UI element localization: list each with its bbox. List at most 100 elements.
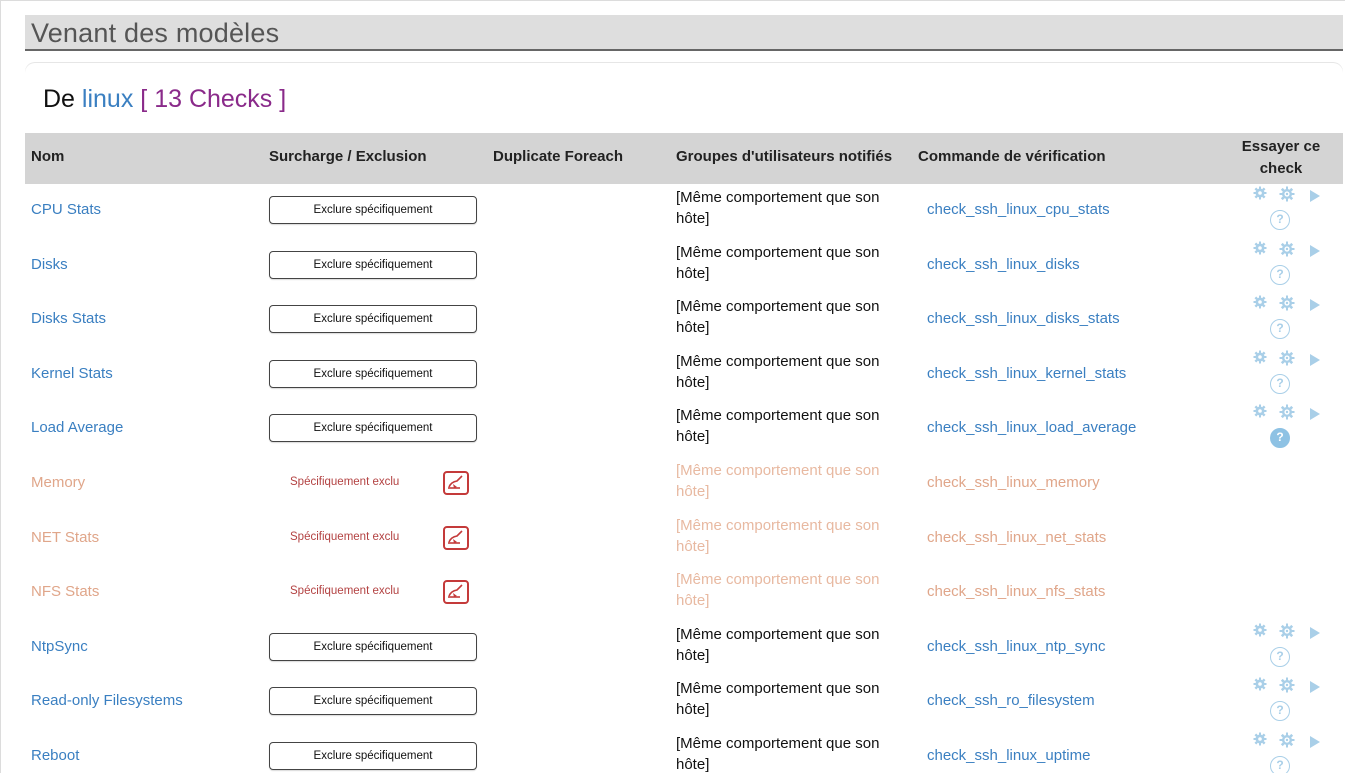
check-command-link[interactable]: check_ssh_linux_memory [927,474,1100,491]
help-icon[interactable]: ? [1270,428,1290,449]
exclude-button[interactable]: Exclure spécifiquement [269,414,477,443]
gear-icon[interactable] [1253,404,1267,423]
table-row: Reboot Exclure spécifiquement [Même compor… [25,730,1343,773]
header-try: Essayer ce check [1241,138,1321,177]
notified-groups: [Même comportement que son hôte] [676,407,880,446]
excluded-label: Spécifiquement exclu [290,475,400,488]
help-icon[interactable]: ? [1270,319,1290,340]
excluded-label: Spécifiquement exclu [290,585,400,598]
gear-settings-icon[interactable] [1279,404,1295,425]
header-duplicate: Duplicate Foreach [493,148,624,165]
restore-icon[interactable] [443,580,469,605]
try-check-actions: ? [1247,295,1327,345]
play-icon[interactable] [1309,626,1321,645]
check-name-link[interactable]: Load Average [31,419,123,436]
check-command-link[interactable]: check_ssh_linux_disks_stats [927,310,1120,327]
try-check-actions: ? [1247,732,1327,773]
gear-settings-icon[interactable] [1279,241,1295,262]
help-icon[interactable]: ? [1270,646,1290,667]
check-name-link[interactable]: NtpSync [31,638,88,655]
host-link[interactable]: linux [82,85,133,113]
help-icon[interactable]: ? [1270,210,1290,230]
checks-count: [ 13 Checks ] [140,85,287,113]
exclude-button[interactable]: Exclure spécifiquement [269,632,477,661]
restore-icon[interactable] [443,525,469,550]
check-name-link[interactable]: Read-only Filesystems [31,692,183,709]
play-icon[interactable] [1309,298,1321,317]
panel-title: De linux [ 13 Checks ] [43,85,286,114]
check-command-link[interactable]: check_ssh_linux_net_stats [927,529,1106,546]
table-header: Nom Surcharge / Exclusion Duplicate Fore… [25,133,1343,184]
play-icon[interactable] [1309,244,1321,263]
exclude-button[interactable]: Exclure spécifiquement [269,250,477,279]
try-check-actions: ? [1247,677,1327,727]
gear-icon[interactable] [1253,623,1267,642]
check-command-link[interactable]: check_ssh_linux_uptime [927,747,1090,764]
play-icon[interactable] [1309,189,1321,208]
exclude-button[interactable]: Exclure spécifiquement [269,305,477,334]
gear-settings-icon[interactable] [1279,350,1295,371]
gear-settings-icon[interactable] [1279,295,1295,316]
play-icon[interactable] [1309,680,1321,699]
table-row: Load Average Exclure spécifiquement [Même … [25,402,1343,457]
check-command-link[interactable]: check_ssh_linux_kernel_stats [927,365,1126,382]
help-icon[interactable]: ? [1270,264,1290,285]
restore-icon[interactable] [443,470,469,495]
section-header: Venant des modèles [25,15,1343,51]
notified-groups: [Même comportement que son hôte] [676,352,880,391]
help-icon[interactable]: ? [1270,373,1290,394]
help-icon[interactable]: ? [1270,755,1290,773]
check-name-link[interactable]: NET Stats [31,529,99,546]
gear-icon[interactable] [1253,295,1267,314]
table-row: Disks Stats Exclure spécifiquement [Même c… [25,293,1343,348]
check-name-link[interactable]: Kernel Stats [31,365,113,382]
gear-settings-icon[interactable] [1279,623,1295,644]
gear-icon[interactable] [1253,241,1267,260]
section-title: Venant des modèles [31,18,280,48]
table-row: Disks Exclure spécifiquement [Même comport… [25,239,1343,294]
exclude-button[interactable]: Exclure spécifiquement [269,359,477,388]
gear-icon[interactable] [1253,677,1267,696]
check-command-link[interactable]: check_ssh_linux_load_average [927,419,1136,436]
play-icon[interactable] [1309,407,1321,426]
check-name-link[interactable]: Disks [31,256,68,273]
table-row: CPU Stats Exclure spécifiquement [Même com… [25,184,1343,239]
excluded-label: Spécifiquement exclu [290,530,400,543]
check-name-link[interactable]: Disks Stats [31,310,106,327]
header-name: Nom [31,148,65,165]
exclude-button[interactable]: Exclure spécifiquement [269,196,477,224]
notified-groups: [Même comportement que son hôte] [676,461,880,500]
check-command-link[interactable]: check_ssh_ro_filesystem [927,692,1095,709]
check-name-link[interactable]: Memory [31,474,85,491]
try-check-actions: ? [1247,350,1327,400]
gear-icon[interactable] [1253,186,1267,205]
notified-groups: [Même comportement que son hôte] [676,734,880,773]
check-name-link[interactable]: NFS Stats [31,583,99,600]
gear-icon[interactable] [1253,732,1267,751]
check-command-link[interactable]: check_ssh_linux_disks [927,256,1080,273]
try-check-actions: ? [1247,186,1327,236]
check-command-link[interactable]: check_ssh_linux_ntp_sync [927,638,1105,655]
table-row: NFS Stats Spécifiquement exclu [Même compo… [25,566,1343,621]
gear-icon[interactable] [1253,350,1267,369]
gear-settings-icon[interactable] [1279,677,1295,698]
gear-settings-icon[interactable] [1279,186,1295,207]
table-row: Memory Spécifiquement exclu [Même comporte… [25,457,1343,512]
page-frame: Venant des modèles De linux [ 13 Checks … [0,0,1345,773]
notified-groups: [Même comportement que son hôte] [676,243,880,282]
play-icon[interactable] [1309,353,1321,372]
help-icon[interactable]: ? [1270,701,1290,722]
check-command-link[interactable]: check_ssh_linux_cpu_stats [927,201,1110,218]
exclude-button[interactable]: Exclure spécifiquement [269,687,477,716]
table-row: NtpSync Exclure spécifiquement [Même compo… [25,621,1343,676]
check-name-link[interactable]: CPU Stats [31,201,101,218]
play-icon[interactable] [1309,735,1321,754]
exclude-button[interactable]: Exclure spécifiquement [269,741,477,770]
check-name-link[interactable]: Reboot [31,747,79,764]
notified-groups: [Même comportement que son hôte] [676,298,880,337]
header-override: Surcharge / Exclusion [269,148,427,165]
table-row: NET Stats Spécifiquement exclu [Même compo… [25,512,1343,567]
gear-settings-icon[interactable] [1279,732,1295,753]
check-command-link[interactable]: check_ssh_linux_nfs_stats [927,583,1105,600]
checks-table-body: CPU Stats Exclure spécifiquement [Même com… [25,184,1343,773]
